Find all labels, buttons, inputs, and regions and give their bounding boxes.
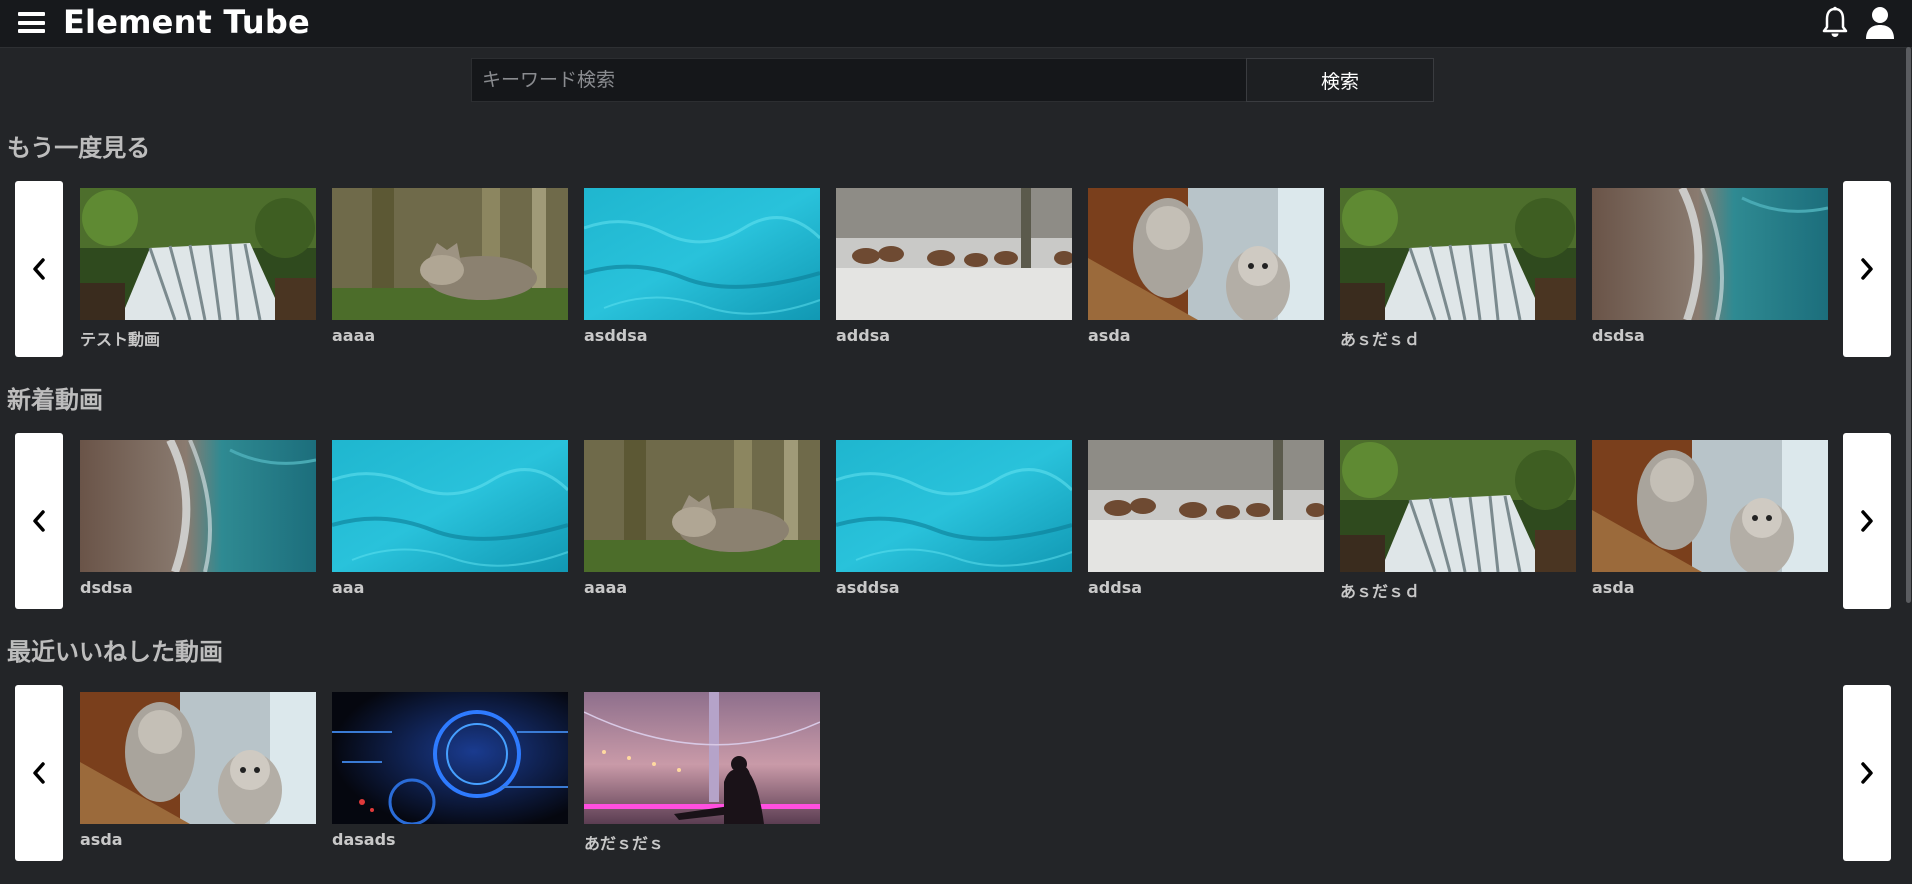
video-thumbnail[interactable] <box>332 188 568 320</box>
video-card[interactable]: aaaa <box>584 440 820 597</box>
video-thumbnail[interactable] <box>80 692 316 824</box>
video-card[interactable]: asda <box>1088 188 1324 345</box>
video-card[interactable]: asda <box>1592 440 1828 597</box>
user-icon[interactable] <box>1865 6 1895 40</box>
video-thumbnail[interactable] <box>332 692 568 824</box>
video-card[interactable]: dsdsa <box>1592 188 1828 345</box>
video-thumbnail[interactable] <box>80 188 316 320</box>
bell-icon[interactable] <box>1820 6 1850 40</box>
video-card[interactable]: asddsa <box>836 440 1072 597</box>
video-title[interactable]: aaaa <box>584 578 820 597</box>
chevron-right-icon <box>1861 762 1873 784</box>
video-card[interactable]: addsa <box>836 188 1072 345</box>
video-thumbnail[interactable] <box>80 440 316 572</box>
video-card[interactable]: あｓだｓｄ <box>1340 440 1576 602</box>
video-card[interactable]: asddsa <box>584 188 820 345</box>
video-title[interactable]: dsdsa <box>80 578 316 597</box>
chevron-left-icon <box>33 762 45 784</box>
next-button[interactable] <box>1843 685 1891 861</box>
section-title-new-videos: 新着動画 <box>7 386 103 414</box>
section-title-watch-again: もう一度見る <box>7 134 151 162</box>
hamburger-menu-icon[interactable] <box>18 12 45 33</box>
next-button[interactable] <box>1843 181 1891 357</box>
video-thumbnail[interactable] <box>332 440 568 572</box>
video-title[interactable]: addsa <box>1088 578 1324 597</box>
video-thumbnail[interactable] <box>1592 188 1828 320</box>
video-thumbnail[interactable] <box>1088 188 1324 320</box>
video-thumbnail[interactable] <box>836 188 1072 320</box>
video-thumbnail[interactable] <box>1592 440 1828 572</box>
video-title[interactable]: asda <box>1088 326 1324 345</box>
video-card[interactable]: aaaa <box>332 188 568 345</box>
video-thumbnail[interactable] <box>584 188 820 320</box>
video-title[interactable]: asda <box>1592 578 1828 597</box>
video-title[interactable]: aaaa <box>332 326 568 345</box>
video-thumbnail[interactable] <box>1340 440 1576 572</box>
video-thumbnail[interactable] <box>584 692 820 824</box>
video-title[interactable]: テスト動画 <box>80 326 316 350</box>
chevron-right-icon <box>1861 258 1873 280</box>
video-title[interactable]: addsa <box>836 326 1072 345</box>
next-button[interactable] <box>1843 433 1891 609</box>
video-title[interactable]: aaa <box>332 578 568 597</box>
video-card[interactable]: あｓだｓｄ <box>1340 188 1576 350</box>
video-thumbnail[interactable] <box>836 440 1072 572</box>
search-bar: 検索 <box>471 58 1434 102</box>
video-thumbnail[interactable] <box>1088 440 1324 572</box>
video-title[interactable]: dsdsa <box>1592 326 1828 345</box>
top-bar: Element Tube <box>0 0 1912 48</box>
video-card[interactable]: あだｓだｓ <box>584 692 820 854</box>
video-title[interactable]: dasads <box>332 830 568 849</box>
search-button[interactable]: 検索 <box>1246 58 1434 102</box>
chevron-left-icon <box>33 510 45 532</box>
video-title[interactable]: asda <box>80 830 316 849</box>
video-title[interactable]: あｓだｓｄ <box>1340 578 1576 602</box>
page-scrollbar[interactable] <box>1906 47 1911 603</box>
video-card[interactable]: dasads <box>332 692 568 849</box>
video-card[interactable]: addsa <box>1088 440 1324 597</box>
prev-button[interactable] <box>15 433 63 609</box>
prev-button[interactable] <box>15 181 63 357</box>
search-input[interactable] <box>471 58 1246 102</box>
chevron-left-icon <box>33 258 45 280</box>
chevron-right-icon <box>1861 510 1873 532</box>
video-title[interactable]: asddsa <box>584 326 820 345</box>
video-title[interactable]: あｓだｓｄ <box>1340 326 1576 350</box>
video-card[interactable]: テスト動画 <box>80 188 316 350</box>
video-card[interactable]: dsdsa <box>80 440 316 597</box>
video-card[interactable]: asda <box>80 692 316 849</box>
video-title[interactable]: あだｓだｓ <box>584 830 820 854</box>
app-title: Element Tube <box>63 3 310 41</box>
prev-button[interactable] <box>15 685 63 861</box>
video-thumbnail[interactable] <box>1340 188 1576 320</box>
video-thumbnail[interactable] <box>584 440 820 572</box>
section-title-recently-liked: 最近いいねした動画 <box>7 638 223 666</box>
video-card[interactable]: aaa <box>332 440 568 597</box>
video-title[interactable]: asddsa <box>836 578 1072 597</box>
